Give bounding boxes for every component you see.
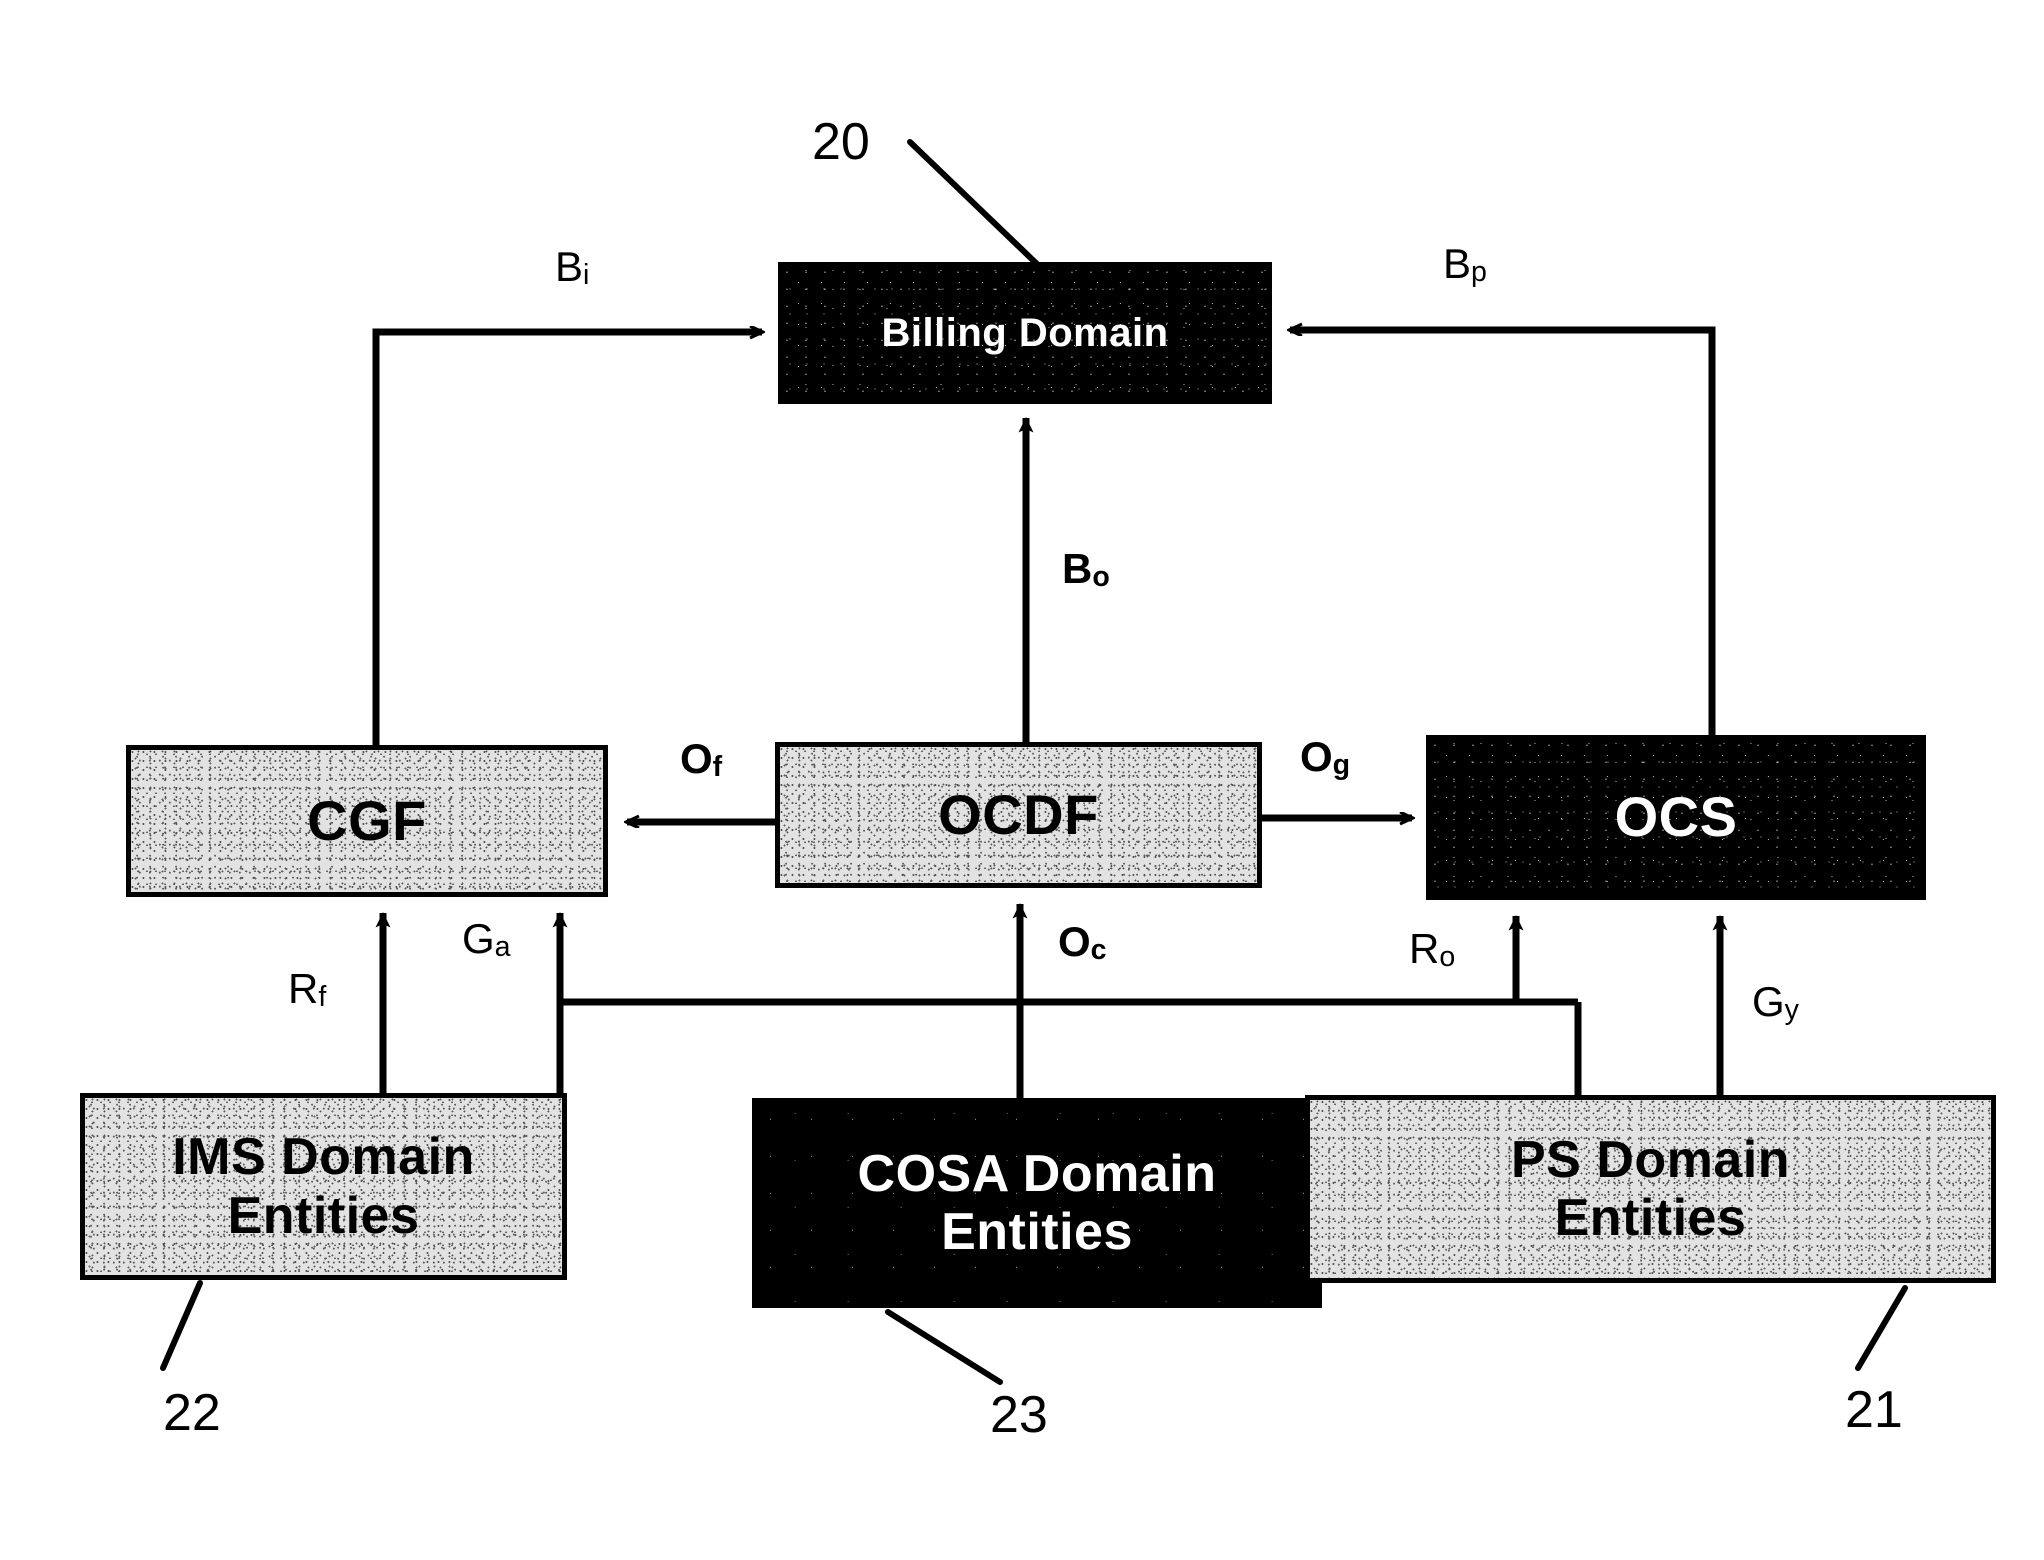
node-cosa-domain-entities[interactable]: COSA Domain Entities (752, 1098, 1322, 1308)
node-ocs[interactable]: OCS (1426, 735, 1926, 900)
interface-label-og: Og (1300, 733, 1351, 782)
leader-21 (1855, 1285, 1908, 1371)
node-ims-domain-entities[interactable]: IMS Domain Entities (80, 1093, 567, 1280)
reference-numeral-20: 20 (812, 113, 870, 171)
node-ims-domain-entities-label: IMS Domain Entities (172, 1128, 475, 1245)
interface-label-oc: Oc (1058, 918, 1107, 967)
node-ocdf[interactable]: OCDF (775, 742, 1262, 888)
leader-20 (907, 139, 1040, 267)
interface-label-ro: Ro (1409, 925, 1456, 974)
figure-canvas: Billing Domain CGF OCDF OCS IMS Domain E… (0, 0, 2044, 1560)
node-cgf-label: CGF (307, 788, 427, 852)
node-ocdf-label: OCDF (938, 782, 1099, 846)
node-cgf[interactable]: CGF (126, 745, 608, 897)
interface-label-gy: Gy (1752, 978, 1799, 1027)
wire-bp (1290, 330, 1716, 735)
reference-numeral-22: 22 (163, 1384, 221, 1442)
interface-label-bi: Bi (555, 243, 590, 292)
node-ps-domain-entities[interactable]: PS Domain Entities (1305, 1095, 1996, 1283)
interface-label-bp: Bp (1443, 240, 1487, 289)
interface-label-bo: Bo (1062, 545, 1110, 594)
interface-label-ga: Ga (462, 915, 511, 964)
node-ps-domain-entities-label: PS Domain Entities (1511, 1130, 1790, 1247)
interface-label-of: Of (680, 735, 723, 784)
leader-23 (885, 1309, 1003, 1385)
wire-ga (556, 998, 1578, 1093)
node-cosa-domain-entities-label: COSA Domain Entities (857, 1144, 1217, 1261)
reference-numeral-23: 23 (990, 1386, 1048, 1444)
reference-numeral-21: 21 (1845, 1381, 1903, 1439)
node-billing-domain-label: Billing Domain (881, 310, 1169, 355)
wire-bi (372, 332, 762, 745)
leader-22 (160, 1280, 203, 1371)
interface-label-rf: Rf (288, 965, 327, 1014)
node-billing-domain[interactable]: Billing Domain (778, 262, 1272, 404)
node-ocs-label: OCS (1614, 785, 1738, 849)
